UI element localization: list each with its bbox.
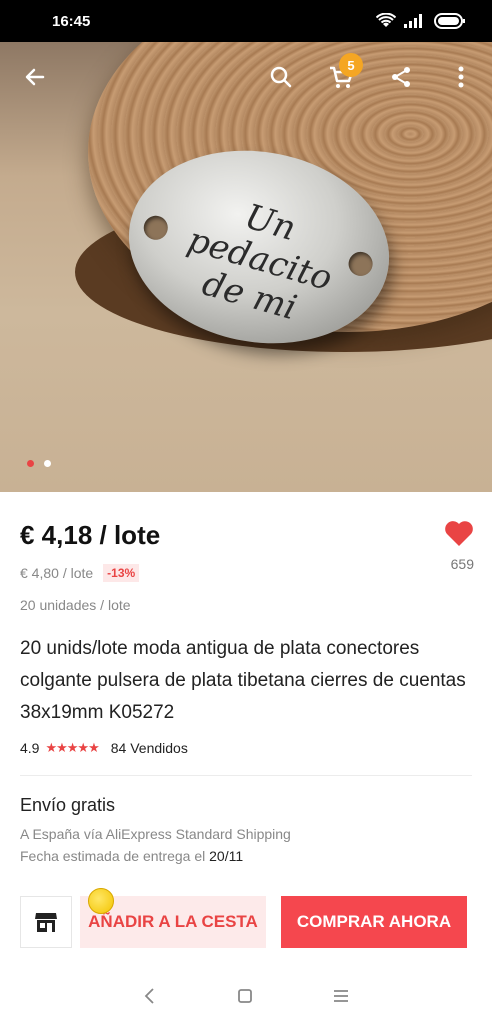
status-bar: 16:45 [0,0,492,42]
search-button[interactable] [264,60,298,94]
cart-count-badge: 5 [339,53,363,77]
rating-value: 4.9 [20,740,40,756]
share-button[interactable] [384,60,418,94]
delivery-label: Fecha estimada de entrega el [20,848,210,864]
rating-stars: ★★★★★ [45,740,99,755]
back-arrow-icon [25,68,45,86]
delivery-estimate: Fecha estimada de entrega el 20/11 [20,848,243,864]
top-bar [0,42,492,112]
product-title: 20 unids/lote moda antigua de plata cone… [20,638,466,723]
rating-row[interactable]: 4.9 ★★★★★ 84 Vendidos [20,740,188,756]
carousel-dot[interactable] [44,460,51,467]
more-button[interactable] [444,60,478,94]
more-vert-icon [458,66,464,88]
wifi-icon [376,13,396,27]
store-icon [35,913,57,932]
store-button[interactable] [20,896,72,948]
signal-icon [404,14,422,28]
status-time: 16:45 [52,12,91,30]
wishlist-count: 659 [450,556,474,572]
old-price-row: € 4,80 / lote -13% [20,564,140,582]
shipping-title[interactable]: Envío gratis [20,795,115,816]
share-icon [392,67,410,87]
charm-engraving: Un pedacito de mi [183,196,337,329]
battery-icon [434,13,465,29]
current-price: € 4,18 / lote [20,520,161,550]
nav-menu-icon[interactable] [333,989,349,1003]
buy-now-button[interactable]: COMPRAR AHORA [281,896,467,948]
search-icon [270,66,292,88]
discount-badge: -13% [103,564,140,582]
status-icons [376,13,466,29]
image-carousel-dots [27,460,51,467]
bottom-action-bar: AÑADIR A LA CESTA COMPRAR AHORA [0,888,492,948]
delivery-date: 20/11 [209,848,244,864]
old-price: € 4,80 / lote [20,565,94,581]
shipping-method: A España vía AliExpress Standard Shippin… [20,826,291,842]
back-button[interactable] [18,60,52,94]
units-per-lot: 20 unidades / lote [20,597,131,613]
carousel-dot-active[interactable] [27,460,34,467]
divider [20,775,472,776]
nav-back-icon[interactable] [143,987,157,1005]
sold-count: 84 Vendidos [110,740,188,756]
system-nav-bar [0,968,492,1024]
coin-icon [88,888,114,914]
nav-home-icon[interactable] [237,988,253,1004]
heart-icon[interactable] [444,519,474,547]
